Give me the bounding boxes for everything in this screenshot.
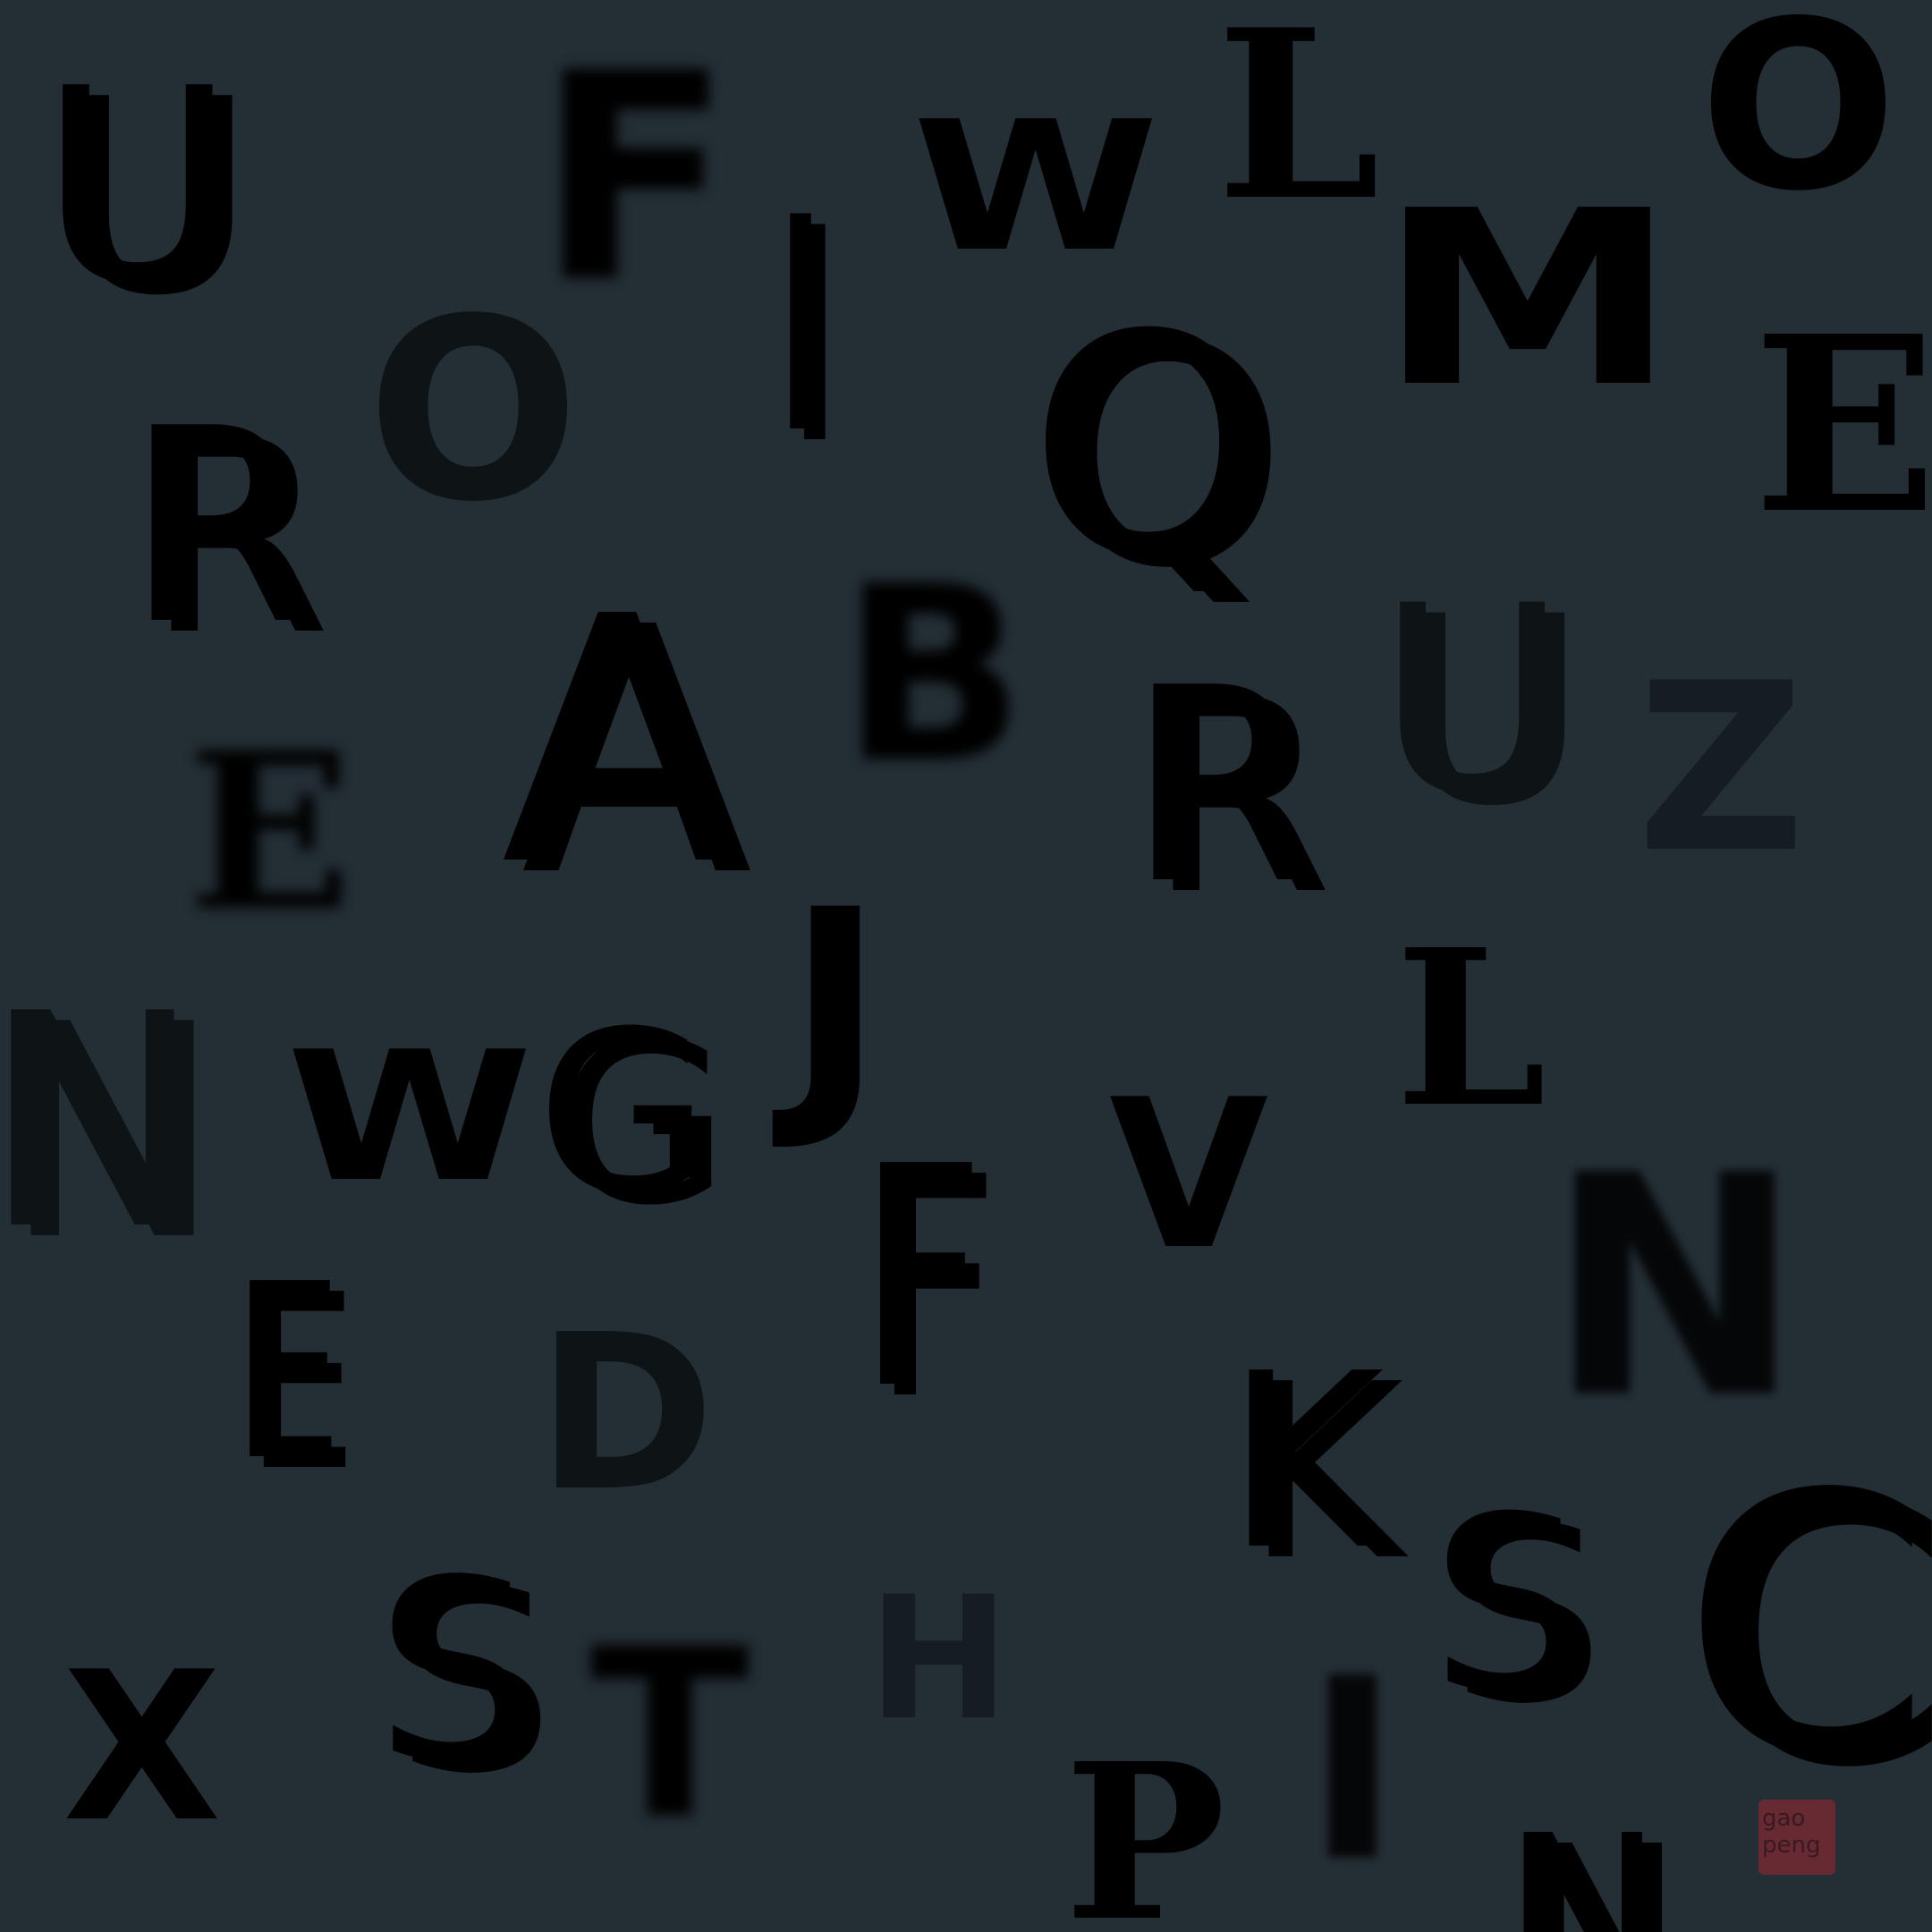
letter-z-faded: Z — [1637, 634, 1806, 904]
letter-k-outlined: K — [1225, 1321, 1385, 1603]
letter-u-top-left: U — [39, 31, 236, 343]
letter-t-blurred: T — [590, 1600, 750, 1870]
artist-signature-stamp: gao peng — [1758, 1800, 1835, 1875]
letter-p-brush: P — [1064, 1716, 1226, 1932]
letter-w-triangular: W — [912, 83, 1159, 292]
letter-e-blurred-left: E — [188, 706, 352, 958]
letter-n-blurred-right: N — [1547, 1111, 1802, 1465]
letter-g-outlined: G — [537, 983, 710, 1243]
letter-i-double-line: I — [769, 155, 833, 498]
signature-line-1: gao — [1762, 1805, 1806, 1832]
letter-e-brush-right: E — [1753, 283, 1932, 567]
letter-x-brush: X — [63, 1629, 222, 1868]
letter-s-outlined-right: S — [1431, 1464, 1585, 1746]
letter-q-outlined: Q — [1029, 270, 1268, 624]
letter-l-brush: L — [1216, 0, 1380, 252]
letter-a-outlined: A — [501, 544, 733, 940]
letter-l-brush-center: L — [1395, 902, 1546, 1155]
alphabet-poster: U F I W L O R O Q M E A B R U Z E J L N … — [0, 0, 1932, 1932]
letter-i-blurred: I — [1306, 1625, 1400, 1917]
letter-field: U F I W L O R O Q M E A B R U Z E J L N … — [0, 0, 1932, 1932]
letter-m-mountain: M — [1377, 158, 1678, 440]
letter-w-triangular-left: W — [286, 1013, 533, 1222]
letter-r-center: R — [1127, 631, 1314, 943]
letter-o-blob-dim: O — [367, 266, 580, 557]
letter-b-blurred: B — [841, 534, 1025, 816]
letter-n-bottom: N — [1503, 1789, 1664, 1932]
letter-r-left: R — [125, 371, 312, 683]
letter-n-dim-left: N — [0, 951, 203, 1294]
letter-o-blob-top-right: O — [1699, 0, 1898, 242]
letter-e-outlined: E — [233, 1232, 343, 1513]
letter-c-outlined: C — [1682, 1419, 1932, 1835]
letter-j-brush: J — [787, 855, 884, 1157]
letter-d-brush: D — [537, 1288, 716, 1538]
signature-line-2: peng — [1762, 1832, 1821, 1859]
letter-s-outlined-left: S — [376, 1527, 535, 1818]
letter-f-outlined: F — [859, 1102, 985, 1456]
letter-u-dim: U — [1377, 551, 1568, 852]
letter-v-bold: V — [1109, 1056, 1269, 1295]
letter-h-faded: H — [868, 1560, 1011, 1758]
